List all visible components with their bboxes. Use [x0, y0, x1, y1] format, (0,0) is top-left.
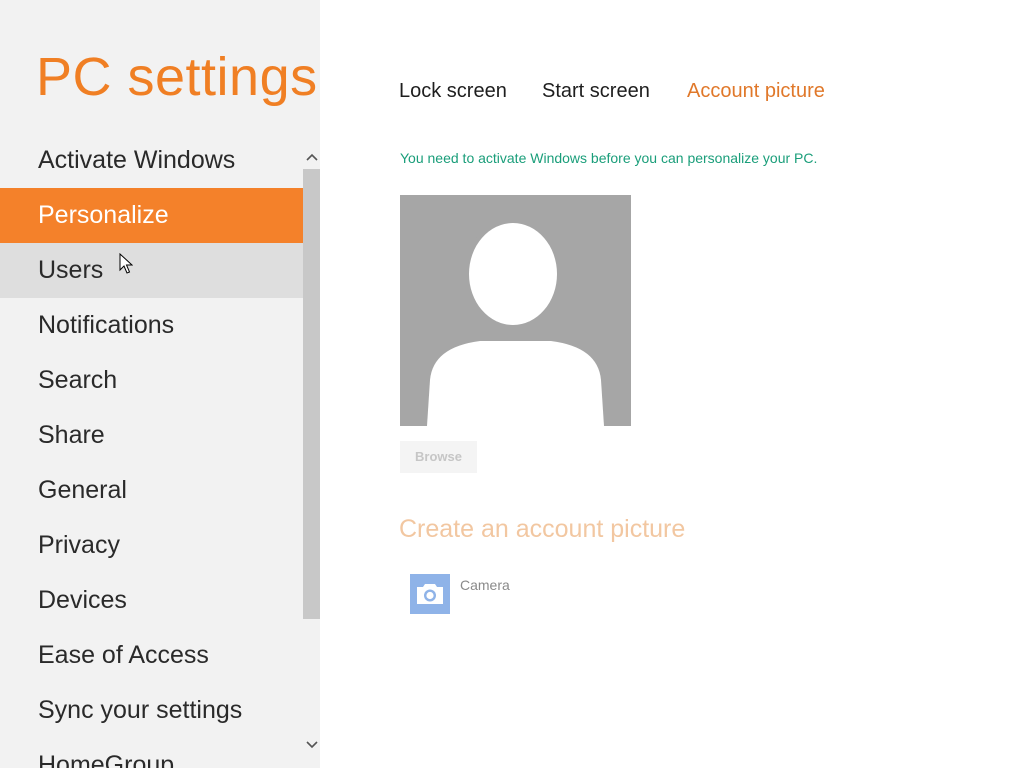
activation-message: You need to activate Windows before you …	[400, 150, 818, 166]
camera-icon	[417, 584, 443, 604]
sidebar-item-share[interactable]: Share	[0, 408, 303, 463]
sidebar-item-ease-of-access[interactable]: Ease of Access	[0, 628, 303, 683]
page-title: PC settings	[36, 47, 318, 107]
left-pane: PC settings Activate Windows Personalize…	[0, 0, 320, 768]
sidebar-item-search[interactable]: Search	[0, 353, 303, 408]
sidebar-item-notifications[interactable]: Notifications	[0, 298, 303, 353]
scrollbar-thumb[interactable]	[303, 169, 320, 619]
sidebar-item-users[interactable]: Users	[0, 243, 303, 298]
create-account-picture-heading: Create an account picture	[399, 515, 686, 543]
camera-app-label[interactable]: Camera	[460, 577, 510, 593]
camera-app-tile[interactable]	[410, 574, 450, 614]
mouse-pointer-icon	[119, 253, 133, 274]
default-user-silhouette-icon	[427, 217, 604, 426]
sidebar-item-homegroup[interactable]: HomeGroup	[0, 738, 303, 768]
sidebar-item-activate-windows[interactable]: Activate Windows	[0, 133, 303, 188]
tab-account-picture[interactable]: Account picture	[687, 80, 825, 103]
tab-lock-screen[interactable]: Lock screen	[399, 80, 507, 103]
sidebar-item-general[interactable]: General	[0, 463, 303, 518]
browse-button[interactable]: Browse	[400, 441, 477, 473]
chevron-up-icon[interactable]	[303, 147, 320, 167]
account-picture	[400, 195, 631, 426]
sidebar-scrollbar[interactable]	[303, 133, 320, 768]
sidebar-item-devices[interactable]: Devices	[0, 573, 303, 628]
tab-start-screen[interactable]: Start screen	[542, 80, 650, 103]
sidebar-item-personalize[interactable]: Personalize	[0, 188, 303, 243]
settings-nav-list: Activate Windows Personalize Users Notif…	[0, 133, 303, 768]
chevron-down-icon[interactable]	[303, 735, 320, 755]
personalize-content: Lock screen Start screen Account picture…	[320, 0, 1024, 768]
sidebar-item-privacy[interactable]: Privacy	[0, 518, 303, 573]
sidebar-item-sync-your-settings[interactable]: Sync your settings	[0, 683, 303, 738]
